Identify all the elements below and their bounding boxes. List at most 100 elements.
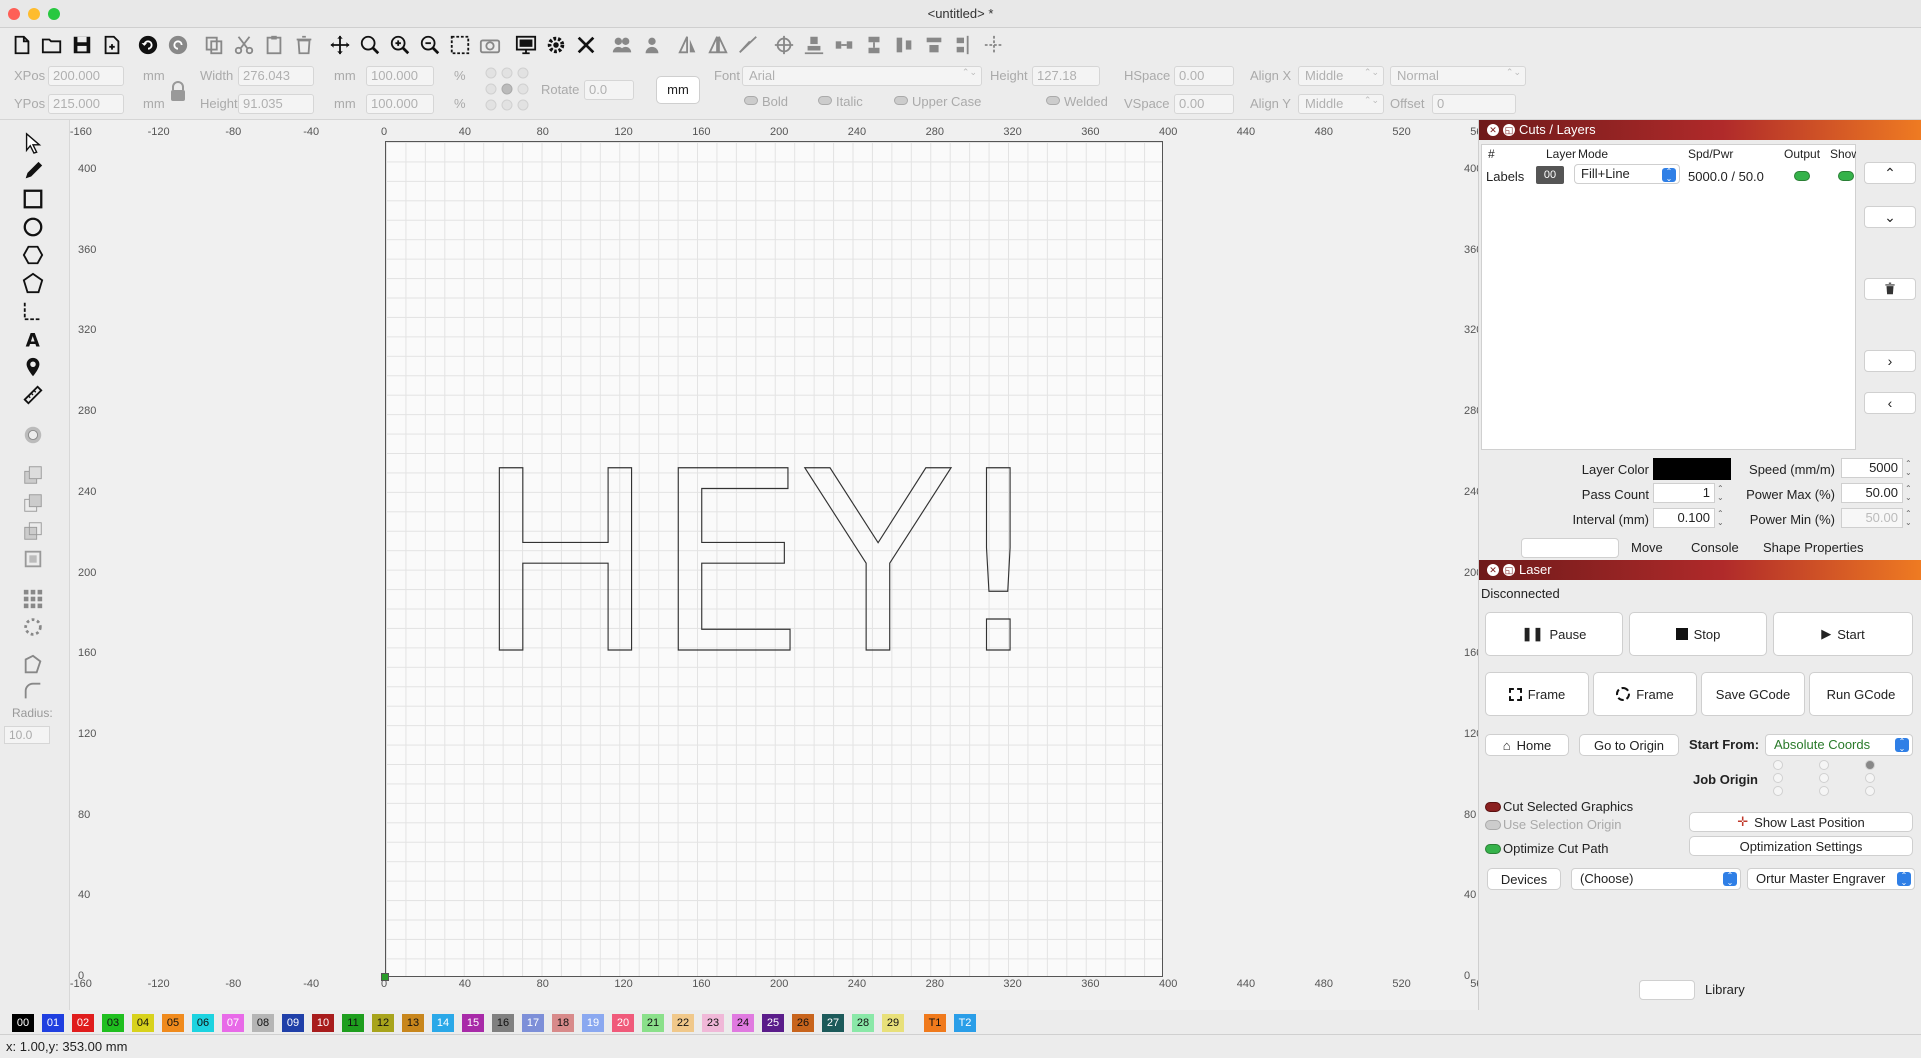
crosshair-icon[interactable]	[980, 31, 1008, 59]
optimization-settings-button[interactable]: Optimization Settings	[1689, 836, 1913, 856]
speed-spinner[interactable]: ⌃ ⌄	[1905, 459, 1915, 477]
rectangle-tool-icon[interactable]	[20, 186, 46, 212]
palette-swatch-19[interactable]: 19	[582, 1014, 604, 1032]
palette-swatch-26[interactable]: 26	[792, 1014, 814, 1032]
delete-layer-button[interactable]	[1864, 278, 1916, 300]
job-origin-bottom-center[interactable]	[1819, 786, 1829, 796]
group-icon[interactable]	[608, 31, 636, 59]
grid-array-icon[interactable]	[20, 586, 46, 612]
position-pin-icon[interactable]	[20, 354, 46, 380]
frame-circle-button[interactable]: Frame	[1593, 672, 1697, 716]
speed-input[interactable]: 5000	[1841, 458, 1903, 478]
palette-swatch-10[interactable]: 10	[312, 1014, 334, 1032]
measure-ruler-icon[interactable]	[20, 382, 46, 408]
devices-button[interactable]: Devices	[1487, 868, 1561, 890]
pass-count-input[interactable]: 1	[1653, 483, 1715, 503]
palette-swatch-25[interactable]: 25	[762, 1014, 784, 1032]
text-tool-icon[interactable]: A	[20, 326, 46, 352]
settings-gear-icon[interactable]	[542, 31, 570, 59]
edit-nodes-icon[interactable]	[20, 652, 46, 678]
expand-right-button[interactable]: ›	[1864, 350, 1916, 372]
align-bottom-icon[interactable]	[800, 31, 828, 59]
power-max-input[interactable]: 50.00	[1841, 483, 1903, 503]
run-gcode-button[interactable]: Run GCode	[1809, 672, 1913, 716]
go-to-origin-button[interactable]: Go to Origin	[1579, 734, 1679, 756]
palette-swatch-T1[interactable]: T1	[924, 1014, 946, 1032]
select-arrow-icon[interactable]	[20, 130, 46, 156]
delete-icon[interactable]	[290, 31, 318, 59]
pass-count-spinner[interactable]: ⌃ ⌄	[1717, 484, 1727, 502]
anchor-grid[interactable]	[484, 66, 530, 112]
palette-swatch-01[interactable]: 01	[42, 1014, 64, 1032]
zoom-out-icon[interactable]	[416, 31, 444, 59]
open-folder-icon[interactable]	[38, 31, 66, 59]
tab-move[interactable]: Move	[1631, 540, 1663, 555]
palette-swatch-05[interactable]: 05	[162, 1014, 184, 1032]
palette-swatch-24[interactable]: 24	[732, 1014, 754, 1032]
table-row[interactable]: Labels 00 Fill+Line ⌃ ⌄ 5000.0 / 50.0	[1482, 163, 1855, 189]
canvas-area[interactable]: -160 -120 -80 -40 0 40 80 120 160 200 240 280 320 360…	[70, 120, 1489, 1010]
offset-shapes-icon[interactable]	[20, 422, 46, 448]
height-input[interactable]: 91.035	[238, 94, 314, 114]
move-layer-up-button[interactable]: ⌃	[1864, 162, 1916, 184]
palette-swatch-16[interactable]: 16	[492, 1014, 514, 1032]
save-icon[interactable]	[68, 31, 96, 59]
stop-button[interactable]: Stop	[1629, 612, 1767, 656]
zoom-in-icon[interactable]	[386, 31, 414, 59]
lock-aspect-icon[interactable]	[168, 80, 188, 102]
union-icon[interactable]	[20, 490, 46, 516]
palette-swatch-06[interactable]: 06	[192, 1014, 214, 1032]
ungroup-icon[interactable]	[638, 31, 666, 59]
output-toggle[interactable]	[1794, 171, 1810, 181]
palette-swatch-12[interactable]: 12	[372, 1014, 394, 1032]
corner-fillet-icon[interactable]	[20, 678, 46, 704]
palette-swatch-27[interactable]: 27	[822, 1014, 844, 1032]
palette-swatch-T2[interactable]: T2	[954, 1014, 976, 1032]
power-max-spinner[interactable]: ⌃ ⌄	[1905, 484, 1915, 502]
palette-swatch-07[interactable]: 07	[222, 1014, 244, 1032]
job-origin-top-center[interactable]	[1819, 760, 1829, 770]
radius-input[interactable]: 10.0	[4, 726, 50, 744]
cut-selected-toggle[interactable]	[1485, 802, 1501, 812]
home-button[interactable]: ⌂ Home	[1485, 734, 1569, 756]
move-icon[interactable]	[326, 31, 354, 59]
job-origin-middle-right[interactable]	[1865, 773, 1875, 783]
tab-cuts-layers[interactable]	[1521, 538, 1619, 558]
xpos-input[interactable]: 200.000	[48, 66, 124, 86]
close-laser-panel-icon[interactable]: ✕	[1487, 564, 1499, 576]
hey-text-outline[interactable]: HEY!	[475, 417, 1046, 709]
float-laser-panel-icon[interactable]: ◱	[1503, 564, 1515, 576]
use-selection-origin-toggle[interactable]	[1485, 820, 1501, 830]
offset-input[interactable]: 0	[1432, 94, 1516, 114]
palette-swatch-08[interactable]: 08	[252, 1014, 274, 1032]
port-select[interactable]: (Choose) ⌃ ⌄	[1571, 868, 1741, 890]
new-file-icon[interactable]	[8, 31, 36, 59]
pause-button[interactable]: ❚❚ Pause	[1485, 612, 1623, 656]
frame-selection-icon[interactable]	[446, 31, 474, 59]
job-origin-center[interactable]	[1819, 773, 1829, 783]
camera-icon[interactable]	[476, 31, 504, 59]
tab-shape-properties[interactable]: Shape Properties	[1763, 540, 1863, 555]
show-last-position-button[interactable]: ✛ Show Last Position	[1689, 812, 1913, 832]
interval-input[interactable]: 0.100	[1653, 508, 1715, 528]
palette-swatch-29[interactable]: 29	[882, 1014, 904, 1032]
rotate-input[interactable]: 0.0	[584, 80, 634, 100]
aligny-select[interactable]: Middle	[1298, 94, 1384, 114]
palette-swatch-00[interactable]: 00	[12, 1014, 34, 1032]
palette-swatch-09[interactable]: 09	[282, 1014, 304, 1032]
palette-swatch-20[interactable]: 20	[612, 1014, 634, 1032]
paste-icon[interactable]	[260, 31, 288, 59]
save-as-icon[interactable]	[98, 31, 126, 59]
scale-height-input[interactable]: 100.000	[366, 94, 434, 114]
ypos-input[interactable]: 215.000	[48, 94, 124, 114]
tab-blank[interactable]	[1639, 980, 1695, 1000]
text-style-select[interactable]: Normal	[1390, 66, 1526, 86]
start-button[interactable]: ▶ Start	[1773, 612, 1913, 656]
move-layer-down-button[interactable]: ⌄	[1864, 206, 1916, 228]
start-from-select[interactable]: Absolute Coords ⌃ ⌄	[1765, 734, 1913, 756]
pen-tool-icon[interactable]	[20, 158, 46, 184]
width-input[interactable]: 276.043	[238, 66, 314, 86]
palette-swatch-02[interactable]: 02	[72, 1014, 94, 1032]
palette-swatch-22[interactable]: 22	[672, 1014, 694, 1032]
align-right-icon[interactable]	[950, 31, 978, 59]
